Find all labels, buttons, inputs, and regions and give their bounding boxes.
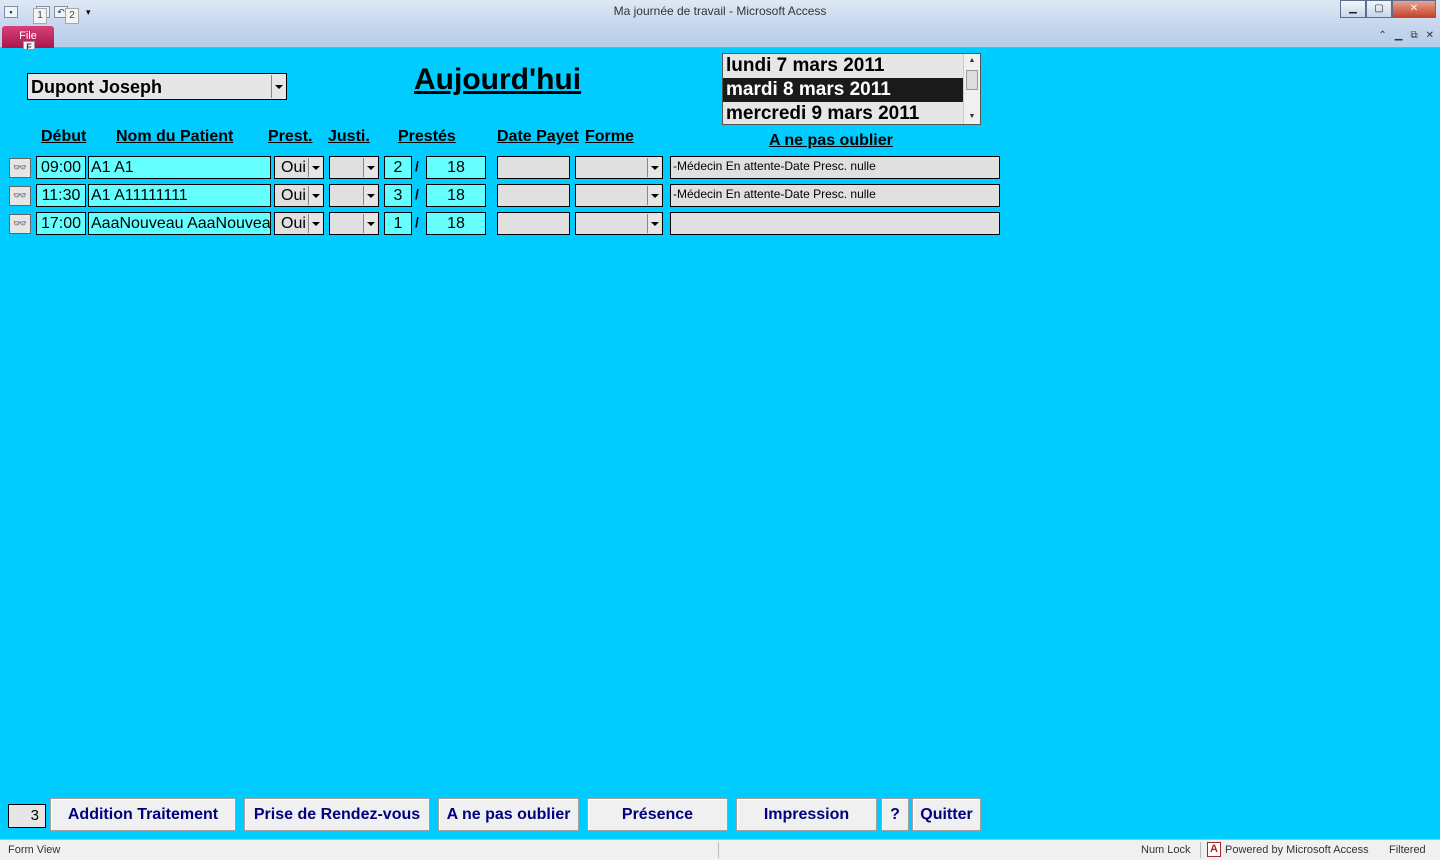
status-filtered: Filtered: [1389, 844, 1426, 856]
prest-value: Oui: [281, 159, 306, 176]
chevron-down-icon[interactable]: [647, 214, 661, 233]
date-payet-field[interactable]: [497, 212, 570, 235]
ribbon-collapse-icon[interactable]: ⌃: [1378, 30, 1386, 41]
col-header-debut: Début: [41, 128, 87, 145]
listbox-scrollbar[interactable]: ▲ ▼: [963, 54, 980, 124]
patient-field[interactable]: AaaNouveau AaaNouveau: [88, 212, 271, 235]
prest-value: Oui: [281, 215, 306, 232]
glasses-icon[interactable]: 👓: [9, 158, 31, 178]
count-separator: /: [415, 158, 419, 174]
appointment-row: 👓 11:30 A1 A11111111 Oui 3 / 18 -Médecin…: [0, 184, 1010, 208]
col-header-rappel: A ne pas oublier: [769, 132, 893, 149]
time-field[interactable]: 11:30: [36, 184, 86, 207]
appointment-row: 👓 09:00 A1 A1 Oui 2 / 18 -Médecin En att…: [0, 156, 1010, 180]
access-logo-icon: A: [1207, 842, 1221, 857]
done-count-field[interactable]: 2: [384, 156, 412, 179]
forme-combo[interactable]: [575, 212, 663, 235]
date-item-selected[interactable]: mardi 8 mars 2011: [723, 78, 963, 102]
close-button[interactable]: ✕: [1392, 0, 1436, 18]
reminder-field[interactable]: [670, 212, 1000, 235]
count-separator: /: [415, 186, 419, 202]
doc-restore-icon[interactable]: ⧉: [1410, 30, 1417, 41]
chevron-down-icon[interactable]: [308, 186, 322, 205]
total-count-field[interactable]: 18: [426, 212, 486, 235]
window-controls: ▁ ▢ ✕: [1340, 0, 1436, 18]
chevron-down-icon[interactable]: [363, 214, 377, 233]
scroll-up-icon[interactable]: ▲: [964, 54, 980, 68]
glasses-icon[interactable]: 👓: [9, 186, 31, 206]
prest-combo[interactable]: Oui: [274, 156, 324, 179]
title-bar: ▪ ▫ ↶ ▾ 1 2 Ma journée de travail - Micr…: [0, 0, 1440, 54]
chevron-down-icon[interactable]: [363, 186, 377, 205]
date-payet-field[interactable]: [497, 156, 570, 179]
col-header-prest: Prest.: [268, 128, 313, 145]
prest-combo[interactable]: Oui: [274, 212, 324, 235]
status-powered: Powered by Microsoft Access: [1225, 844, 1369, 856]
total-count-field[interactable]: 18: [426, 156, 486, 179]
count-separator: /: [415, 214, 419, 230]
col-header-justi: Justi.: [328, 128, 370, 145]
addition-traitement-button[interactable]: Addition Traitement: [50, 798, 236, 831]
date-item[interactable]: mercredi 9 mars 2011: [723, 102, 963, 124]
impression-button[interactable]: Impression: [736, 798, 877, 831]
reminder-field[interactable]: -Médecin En attente-Date Presc. nulle: [670, 156, 1000, 179]
date-item[interactable]: lundi 7 mars 2011: [723, 54, 963, 78]
status-divider: [1200, 842, 1201, 858]
date-listbox[interactable]: lundi 7 mars 2011 mardi 8 mars 2011 merc…: [722, 53, 981, 125]
page-title: Aujourd'hui: [414, 63, 582, 96]
col-header-date-payet: Date Payet: [497, 128, 579, 145]
glasses-icon[interactable]: 👓: [9, 214, 31, 234]
doc-close-icon[interactable]: ✕: [1426, 30, 1434, 41]
status-numlock: Num Lock: [1141, 844, 1191, 856]
ribbon-controls: ⌃ ▁ ⧉ ✕: [1378, 30, 1434, 41]
justi-combo[interactable]: [329, 212, 379, 235]
patient-field[interactable]: A1 A11111111: [88, 184, 271, 207]
date-payet-field[interactable]: [497, 184, 570, 207]
time-field[interactable]: 17:00: [36, 212, 86, 235]
col-header-patient: Nom du Patient: [116, 128, 234, 145]
help-button[interactable]: ?: [881, 798, 909, 831]
col-header-prestes: Prestés: [398, 128, 456, 145]
patient-field[interactable]: A1 A1: [88, 156, 271, 179]
chevron-down-icon[interactable]: [308, 158, 322, 177]
prise-rdv-button[interactable]: Prise de Rendez-vous: [244, 798, 430, 831]
forme-combo[interactable]: [575, 184, 663, 207]
window-title: Ma journée de travail - Microsoft Access: [613, 4, 827, 18]
therapist-combo[interactable]: Dupont Joseph: [27, 73, 287, 100]
col-header-forme: Forme: [585, 128, 634, 145]
minimize-button[interactable]: ▁: [1340, 0, 1366, 18]
time-field[interactable]: 09:00: [36, 156, 86, 179]
reminder-field[interactable]: -Médecin En attente-Date Presc. nulle: [670, 184, 1000, 207]
status-divider: [718, 842, 719, 858]
prest-value: Oui: [281, 187, 306, 204]
status-view: Form View: [8, 844, 61, 856]
forme-combo[interactable]: [575, 156, 663, 179]
quit-button[interactable]: Quitter: [912, 798, 981, 831]
chevron-down-icon[interactable]: [363, 158, 377, 177]
maximize-button[interactable]: ▢: [1366, 0, 1392, 18]
appointment-row: 👓 17:00 AaaNouveau AaaNouveau Oui 1 / 18: [0, 212, 1010, 236]
form-area: Dupont Joseph Aujourd'hui lundi 7 mars 2…: [0, 49, 1440, 839]
justi-combo[interactable]: [329, 184, 379, 207]
rappel-button[interactable]: A ne pas oublier: [438, 798, 579, 831]
done-count-field[interactable]: 3: [384, 184, 412, 207]
chevron-down-icon[interactable]: [308, 214, 322, 233]
chevron-down-icon[interactable]: [647, 186, 661, 205]
done-count-field[interactable]: 1: [384, 212, 412, 235]
justi-combo[interactable]: [329, 156, 379, 179]
status-bar: Form View Num Lock A Powered by Microsof…: [0, 839, 1440, 860]
chevron-down-icon[interactable]: [271, 75, 285, 98]
scroll-down-icon[interactable]: ▼: [964, 110, 980, 124]
total-count-field[interactable]: 18: [426, 184, 486, 207]
doc-minimize-icon[interactable]: ▁: [1395, 30, 1403, 41]
presence-button[interactable]: Présence: [587, 798, 728, 831]
prest-combo[interactable]: Oui: [274, 184, 324, 207]
chevron-down-icon[interactable]: [647, 158, 661, 177]
record-count: 3: [8, 804, 46, 828]
scroll-thumb[interactable]: [966, 70, 978, 90]
therapist-value: Dupont Joseph: [31, 77, 162, 97]
